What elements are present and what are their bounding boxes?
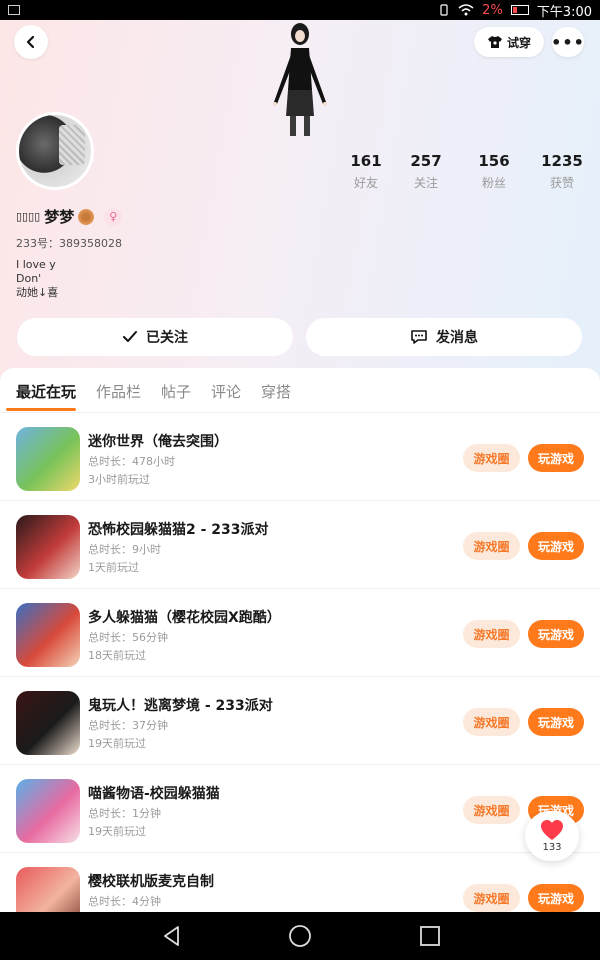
game-row[interactable]: 樱校联机版麦克自制 总时长：4分钟 游戏圈 玩游戏 xyxy=(0,853,600,912)
clock: 下午3:00 xyxy=(536,4,592,20)
stat-value: 1235 xyxy=(541,152,583,170)
try-on-label: 试穿 xyxy=(506,35,531,50)
play-game-button[interactable]: 玩游戏 xyxy=(528,532,584,560)
chevron-left-icon xyxy=(26,35,35,49)
user-id: 233号：389358028 xyxy=(16,237,122,250)
stat-following[interactable]: 257 关注 xyxy=(396,152,456,191)
status-bar: 2% 下午3:00 xyxy=(0,0,600,20)
game-last-played: 3小时前玩过 xyxy=(88,473,150,486)
more-dots-icon: ••• xyxy=(551,32,585,52)
game-total-duration: 总时长：37分钟 xyxy=(88,719,168,732)
game-row[interactable]: 恐怖校园躲猫猫2 - 233派对 总时长：9小时 1天前玩过 游戏圈 玩游戏 xyxy=(0,501,600,589)
like-button[interactable]: 133 xyxy=(525,811,579,861)
nickname-prefix: ▯▯▯▯ xyxy=(16,210,41,223)
game-icon[interactable] xyxy=(16,603,80,667)
female-icon: ♀ xyxy=(104,207,123,226)
game-title: 鬼玩人！逃离梦境 - 233派对 xyxy=(88,698,273,714)
stat-value: 161 xyxy=(350,152,382,170)
game-last-played: 1天前玩过 xyxy=(88,561,139,574)
send-message-button[interactable]: 发消息 xyxy=(306,318,582,356)
game-last-played: 18天前玩过 xyxy=(88,649,146,662)
tab-works[interactable]: 作品栏 xyxy=(96,381,141,402)
more-button[interactable]: ••• xyxy=(551,27,585,57)
stat-value: 257 xyxy=(410,152,442,170)
stat-label: 关注 xyxy=(413,176,438,190)
game-title: 樱校联机版麦克自制 xyxy=(88,874,214,890)
battery-icon xyxy=(510,5,529,15)
active-tab-indicator xyxy=(6,408,76,411)
avatar-character-figure xyxy=(273,23,327,136)
back-triangle-icon[interactable] xyxy=(160,924,184,948)
game-row[interactable]: 喵酱物语-校园躲猫猫总时长：1分钟19天前玩过游戏圈玩游戏 xyxy=(0,765,600,853)
battery-percent: 2% xyxy=(482,2,503,18)
game-circle-button[interactable]: 游戏圈 xyxy=(463,620,520,648)
game-total-duration: 总时长：478小时 xyxy=(88,455,175,468)
game-total-duration: 总时长：1分钟 xyxy=(88,807,161,820)
try-on-button[interactable]: 试穿 xyxy=(474,27,544,57)
tab-comments[interactable]: 评论 xyxy=(211,381,241,402)
play-game-button[interactable]: 玩游戏 xyxy=(528,708,584,736)
heart-icon xyxy=(541,820,563,840)
game-circle-button[interactable]: 游戏圈 xyxy=(463,444,520,472)
stat-value: 156 xyxy=(478,152,510,170)
flower-icon xyxy=(78,208,95,225)
home-circle-icon[interactable] xyxy=(288,924,312,948)
bio-line: Don' xyxy=(16,272,42,285)
content-panel: 最近在玩 作品栏 帖子 评论 穿搭 迷你世界（俺去突围） 总时长：478小时 3小时… xyxy=(0,368,600,912)
stat-label: 粉丝 xyxy=(481,176,506,190)
play-game-button[interactable]: 玩游戏 xyxy=(528,884,584,912)
profile-tabs: 最近在玩 作品栏 帖子 评论 穿搭 xyxy=(0,368,600,413)
followed-label: 已关注 xyxy=(146,330,188,346)
bio: I love y Don' 动她↓喜 xyxy=(16,258,58,300)
game-icon[interactable] xyxy=(16,427,80,491)
game-icon[interactable] xyxy=(16,779,80,843)
game-last-played: 19天前玩过 xyxy=(88,825,146,838)
play-game-button[interactable]: 玩游戏 xyxy=(528,620,584,648)
back-button[interactable] xyxy=(14,25,48,59)
game-circle-button[interactable]: 游戏圈 xyxy=(463,532,520,560)
nickname: ▯▯▯▯ 梦梦 ♀ xyxy=(16,206,123,227)
chat-icon xyxy=(411,330,427,344)
stat-friends[interactable]: 161 好友 xyxy=(336,152,396,191)
game-circle-button[interactable]: 游戏圈 xyxy=(463,796,520,824)
game-title: 迷你世界（俺去突围） xyxy=(88,434,228,450)
bio-line: 动她↓喜 xyxy=(16,286,59,299)
avatar[interactable] xyxy=(16,112,94,190)
followed-button[interactable]: 已关注 xyxy=(17,318,293,356)
nickname-text: 梦梦 xyxy=(44,208,75,226)
vibrate-icon xyxy=(440,4,448,16)
game-total-duration: 总时长：56分钟 xyxy=(88,631,168,644)
image-icon xyxy=(8,5,20,15)
game-circle-button[interactable]: 游戏圈 xyxy=(463,884,520,912)
send-message-label: 发消息 xyxy=(436,330,478,346)
stat-label: 好友 xyxy=(353,176,378,190)
stat-label: 获赞 xyxy=(549,176,574,190)
game-total-duration: 总时长：4分钟 xyxy=(88,895,161,908)
system-navigation-bar xyxy=(0,912,600,960)
check-icon xyxy=(123,331,137,342)
game-row[interactable]: 多人躲猫猫（樱花校园X跑酷） 总时长：56分钟 18天前玩过 游戏圈 玩游戏 xyxy=(0,589,600,677)
game-title: 恐怖校园躲猫猫2 - 233派对 xyxy=(88,522,269,538)
shirt-icon xyxy=(487,36,502,48)
game-row[interactable]: 迷你世界（俺去突围） 总时长：478小时 3小时前玩过 游戏圈 玩游戏 xyxy=(0,413,600,501)
game-icon[interactable] xyxy=(16,867,80,912)
stat-fans[interactable]: 156 粉丝 xyxy=(464,152,524,191)
game-circle-button[interactable]: 游戏圈 xyxy=(463,708,520,736)
game-row[interactable]: 鬼玩人！逃离梦境 - 233派对 总时长：37分钟 19天前玩过 游戏圈 玩游戏 xyxy=(0,677,600,765)
play-game-button[interactable]: 玩游戏 xyxy=(528,444,584,472)
game-icon[interactable] xyxy=(16,515,80,579)
tab-posts[interactable]: 帖子 xyxy=(161,381,191,402)
tab-outfits[interactable]: 穿搭 xyxy=(261,381,291,402)
stat-likes[interactable]: 1235 获赞 xyxy=(532,152,592,191)
game-title: 多人躲猫猫（樱花校园X跑酷） xyxy=(88,610,281,626)
game-title: 喵酱物语-校园躲猫猫 xyxy=(88,786,220,802)
tab-recently-played[interactable]: 最近在玩 xyxy=(16,381,76,402)
recents-square-icon[interactable] xyxy=(418,924,442,948)
bio-line: I love y xyxy=(16,258,56,271)
wifi-icon xyxy=(458,4,474,16)
game-total-duration: 总时长：9小时 xyxy=(88,543,161,556)
game-icon[interactable] xyxy=(16,691,80,755)
like-count: 133 xyxy=(542,842,562,853)
game-last-played: 19天前玩过 xyxy=(88,737,146,750)
